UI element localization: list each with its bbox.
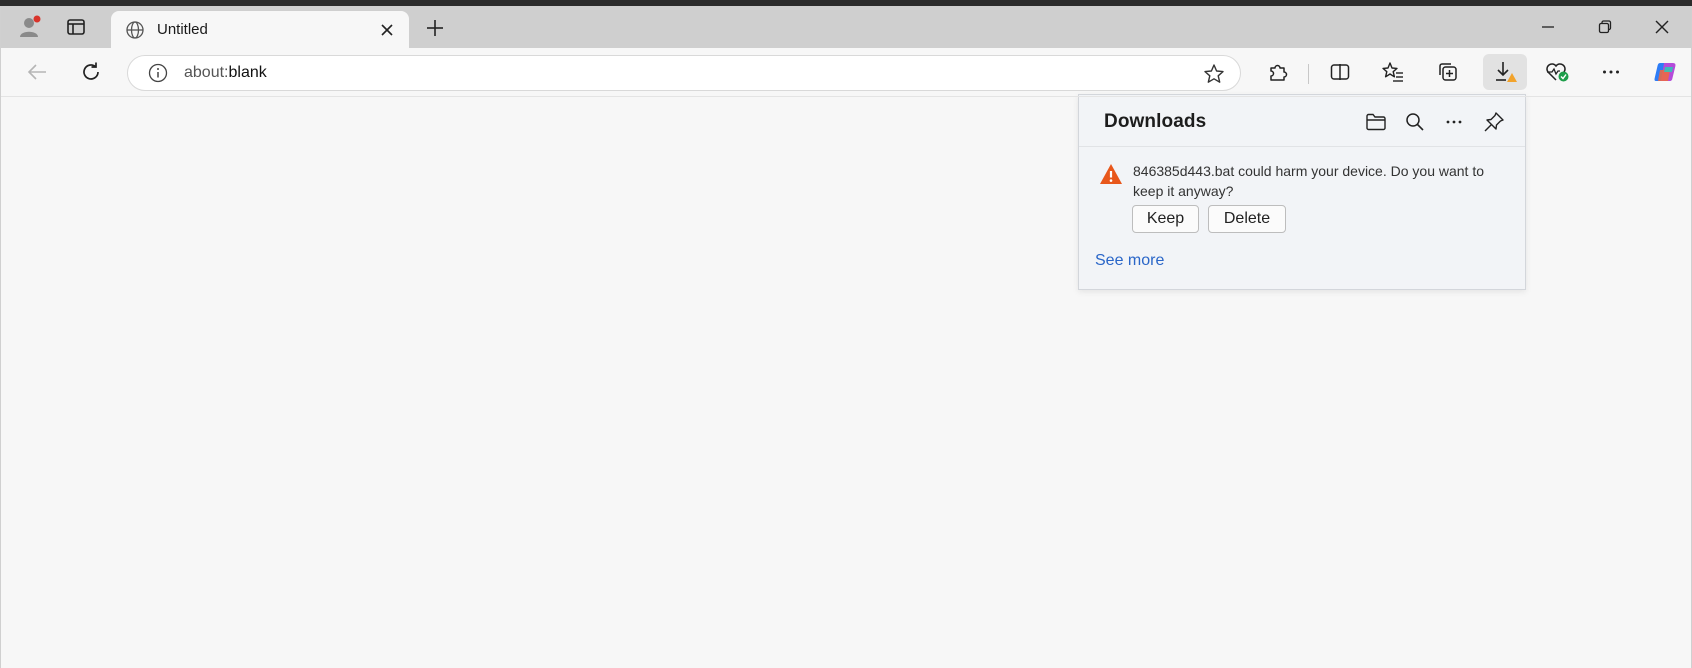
tab-title: Untitled	[157, 21, 208, 38]
back-button[interactable]	[19, 54, 55, 90]
back-arrow-icon	[27, 64, 46, 80]
downloads-button[interactable]	[1483, 54, 1527, 90]
globe-icon	[126, 20, 144, 39]
restore-icon	[1598, 20, 1612, 34]
browser-toolbar: about:blank	[1, 48, 1691, 96]
download-warning-icon	[1496, 62, 1517, 82]
refresh-icon	[83, 62, 99, 80]
restore-button[interactable]	[1577, 10, 1633, 44]
minimize-button[interactable]	[1520, 10, 1576, 44]
profile-icon	[20, 15, 41, 37]
settings-more-button[interactable]	[1593, 54, 1629, 90]
browser-essentials-button[interactable]	[1539, 54, 1575, 90]
address-text: about:blank	[184, 64, 267, 82]
more-icon	[1603, 70, 1619, 74]
refresh-button[interactable]	[73, 54, 109, 90]
browser-window: Untitled about:blank Downloads 846385d44…	[0, 6, 1692, 668]
favorites-button[interactable]	[1375, 54, 1411, 90]
copilot-icon	[1654, 63, 1676, 81]
copilot-button[interactable]	[1647, 54, 1683, 90]
close-window-button[interactable]	[1634, 10, 1690, 44]
favorites-list-icon	[1382, 62, 1403, 82]
address-bar[interactable]: about:blank	[127, 55, 1241, 91]
close-icon	[381, 23, 393, 36]
extensions-button[interactable]	[1260, 54, 1296, 90]
minimize-icon	[1542, 26, 1554, 28]
collections-button[interactable]	[1430, 54, 1466, 90]
tab-untitled[interactable]: Untitled	[111, 11, 409, 48]
split-screen-icon	[1330, 64, 1350, 80]
vertical-tabs-button[interactable]	[59, 12, 93, 42]
close-icon	[1655, 20, 1669, 34]
url-host: blank	[228, 64, 267, 81]
tab-strip: Untitled	[1, 6, 1691, 48]
info-icon	[148, 63, 168, 83]
heart-pulse-icon	[1546, 63, 1569, 82]
tab-close-button[interactable]	[375, 18, 399, 42]
plus-icon	[427, 20, 443, 36]
collections-icon	[1439, 63, 1457, 81]
page-content-area	[1, 96, 1691, 668]
tab-actions-icon	[67, 19, 85, 35]
profile-button[interactable]	[13, 12, 47, 42]
favorite-button[interactable]	[1202, 62, 1226, 86]
split-screen-button[interactable]	[1322, 54, 1358, 90]
star-icon	[1204, 64, 1224, 83]
toolbar-divider	[1308, 64, 1309, 84]
new-tab-button[interactable]	[419, 13, 451, 43]
url-scheme: about:	[184, 64, 229, 81]
puzzle-icon	[1270, 64, 1288, 81]
